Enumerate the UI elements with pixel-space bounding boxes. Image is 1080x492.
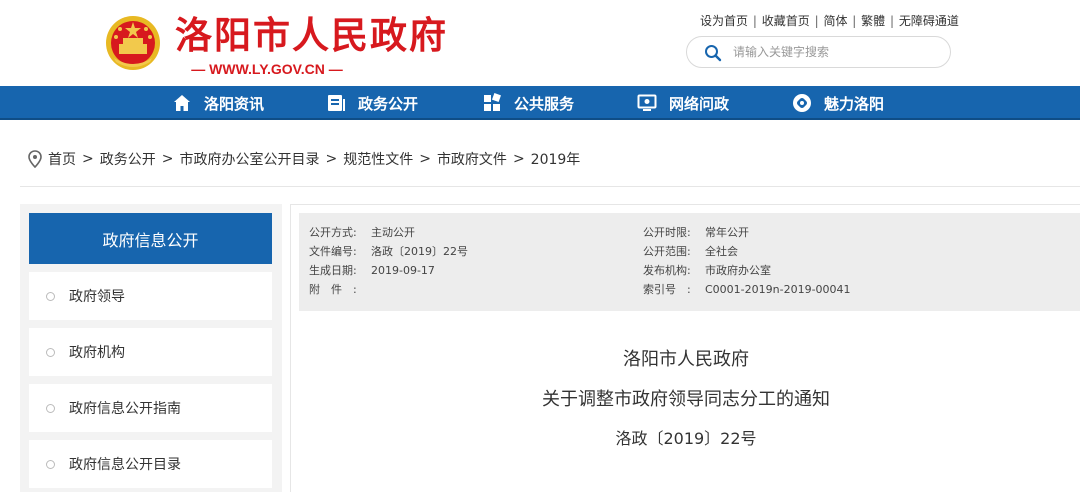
- search-icon[interactable]: [703, 43, 723, 63]
- sidebar-item-label: 政府信息公开指南: [69, 401, 181, 417]
- breadcrumb-home[interactable]: 首页: [48, 149, 76, 169]
- meta-attachment: 附 件 :: [309, 283, 357, 296]
- breadcrumb-separator: >: [82, 151, 94, 167]
- breadcrumb-separator: >: [325, 151, 338, 167]
- sidebar-item-disclosure-catalog[interactable]: 政府信息公开目录: [29, 440, 272, 488]
- bullet-icon: [46, 347, 55, 357]
- sidebar-item-government-leaders[interactable]: 政府领导: [29, 272, 272, 320]
- breadcrumb-year[interactable]: 2019年: [531, 149, 581, 169]
- header: 洛阳市人民政府 — WWW.LY.GOV.CN — 设为首页 | 收藏首页 | …: [0, 0, 1080, 86]
- meta-disclosure-scope: 公开范围: 全社会: [643, 245, 738, 258]
- breadcrumb-government-affairs[interactable]: 政务公开: [100, 149, 156, 169]
- nav-item-online-inquiry[interactable]: 网络问政: [637, 86, 729, 120]
- sidebar: 政府信息公开 政府领导 政府机构 政府信息公开指南 政府信息公开目录: [20, 204, 282, 492]
- document-icon: [328, 95, 345, 111]
- breadcrumb-divider: [20, 186, 1080, 187]
- sidebar-item-government-agencies[interactable]: 政府机构: [29, 328, 272, 376]
- breadcrumb-municipal-documents[interactable]: 市政府文件: [437, 149, 507, 169]
- sidebar-item-label: 政府机构: [69, 345, 125, 361]
- meta-generated-date: 生成日期: 2019-09-17: [309, 264, 435, 277]
- sidebar-title[interactable]: 政府信息公开: [29, 213, 272, 264]
- meta-index-number: 索引号 : C0001-2019n-2019-00041: [643, 283, 851, 296]
- sidebar-item-disclosure-guide[interactable]: 政府信息公开指南: [29, 384, 272, 432]
- nav-item-label: 魅力洛阳: [824, 94, 885, 113]
- nav-item-label: 公共服务: [514, 94, 575, 113]
- main-nav: 洛阳资讯 政务公开 公共服务 网络问政 魅力洛阳: [0, 86, 1080, 120]
- nav-item-public-services[interactable]: 公共服务: [482, 86, 574, 120]
- breadcrumb-separator: >: [512, 151, 525, 167]
- breadcrumb-office-catalog[interactable]: 市政府办公室公开目录: [179, 149, 319, 169]
- breadcrumb-separator: >: [419, 151, 431, 167]
- top-links: 设为首页 | 收藏首页 | 简体 | 繁體 | 无障碍通道: [700, 14, 959, 28]
- document-metadata: 公开方式: 主动公开 文件编号: 洛政〔2019〕22号 生成日期: 2019-09-…: [299, 213, 1080, 311]
- site-title[interactable]: 洛阳市人民政府: [175, 14, 448, 58]
- national-emblem-icon: [106, 16, 160, 70]
- grid-icon: [484, 93, 501, 111]
- breadcrumb-separator: >: [161, 151, 174, 167]
- accessibility-link[interactable]: 无障碍通道: [899, 14, 959, 28]
- bullet-icon: [46, 291, 55, 301]
- location-pin-icon: [28, 150, 42, 168]
- search-box[interactable]: [686, 36, 951, 68]
- site-url: — WWW.LY.GOV.CN —: [191, 61, 343, 77]
- meta-disclosure-method: 公开方式: 主动公开: [309, 226, 415, 239]
- monitor-icon: [637, 94, 657, 111]
- meta-issuing-agency: 发布机构: 市政府办公室: [643, 264, 771, 277]
- nav-item-government-affairs[interactable]: 政务公开: [326, 86, 418, 120]
- nav-item-luoyang-news[interactable]: 洛阳资讯: [172, 86, 264, 120]
- bookmark-link[interactable]: 收藏首页: [762, 14, 810, 28]
- bullet-icon: [46, 459, 55, 469]
- nav-item-label: 洛阳资讯: [204, 94, 265, 113]
- set-homepage-link[interactable]: 设为首页: [700, 14, 748, 28]
- document-number: 洛政〔2019〕22号: [615, 429, 757, 448]
- home-icon: [174, 95, 190, 111]
- document-title: 关于调整市政府领导同志分工的通知: [542, 389, 830, 410]
- breadcrumb: 首页 > 政务公开 > 市政府办公室公开目录 > 规范性文件 > 市政府文件 >…: [28, 148, 580, 170]
- document-title-issuer: 洛阳市人民政府: [623, 349, 749, 370]
- main-content: 公开方式: 主动公开 文件编号: 洛政〔2019〕22号 生成日期: 2019-09-…: [290, 204, 1080, 492]
- sidebar-item-label: 政府领导: [69, 289, 125, 305]
- breadcrumb-normative-documents[interactable]: 规范性文件: [343, 149, 413, 169]
- nav-item-label: 政务公开: [358, 94, 419, 113]
- sidebar-item-label: 政府信息公开目录: [69, 457, 181, 473]
- simplified-chinese-link[interactable]: 简体: [823, 14, 847, 28]
- bullet-icon: [46, 403, 55, 413]
- flower-icon: [793, 94, 811, 112]
- nav-item-charm-luoyang[interactable]: 魅力洛阳: [792, 86, 884, 120]
- search-input[interactable]: [733, 42, 933, 62]
- nav-item-label: 网络问政: [669, 94, 730, 113]
- meta-document-number: 文件编号: 洛政〔2019〕22号: [309, 245, 468, 258]
- meta-disclosure-period: 公开时限: 常年公开: [643, 226, 749, 239]
- traditional-chinese-link[interactable]: 繁體: [861, 14, 885, 28]
